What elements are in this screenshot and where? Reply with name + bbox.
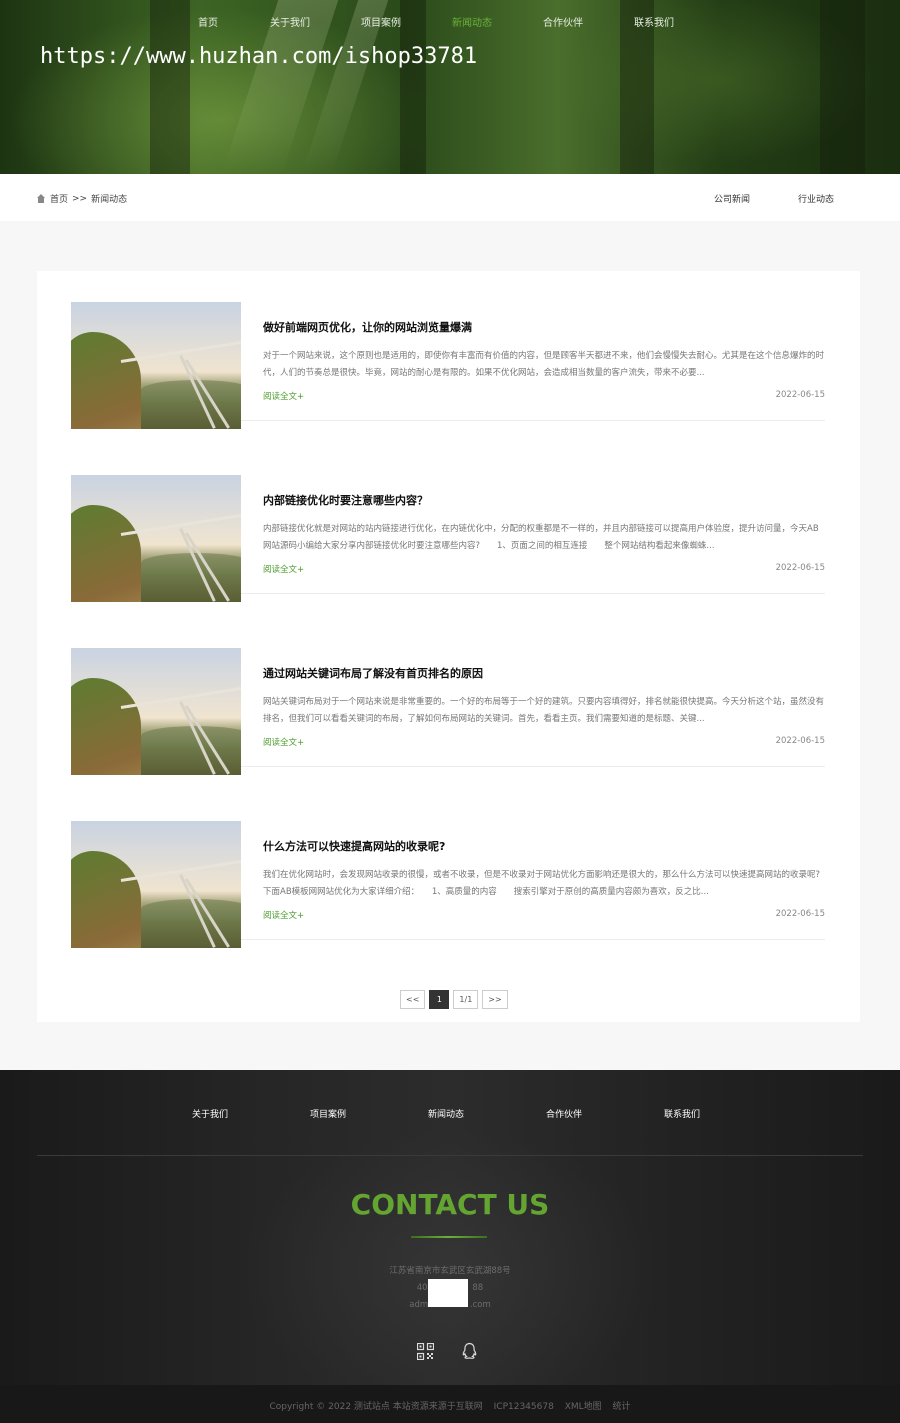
next-page-button[interactable]: >> <box>482 990 508 1009</box>
copyright-bar: Copyright © 2022 测试站点 本站资源来源于互联网 ICP1234… <box>0 1385 900 1423</box>
footer-nav-partners[interactable]: 合作伙伴 <box>546 1107 582 1120</box>
page-count: 1/1 <box>453 990 479 1009</box>
news-thumbnail[interactable] <box>71 475 241 602</box>
stats-link[interactable]: 统计 <box>613 1402 631 1412</box>
news-item[interactable]: 什么方法可以快速提高网站的收录呢? 我们在优化网站时，会发现网站收录的很慢，或者… <box>71 790 825 948</box>
news-excerpt: 内部链接优化就是对网站的站内链接进行优化，在内链优化中，分配的权重都是不一样的，… <box>263 524 819 551</box>
hero-banner: 首页 关于我们 项目案例 新闻动态 合作伙伴 联系我们 https://www.… <box>0 0 900 174</box>
prev-page-button[interactable]: << <box>400 990 426 1009</box>
nav-home[interactable]: 首页 <box>198 14 218 29</box>
breadcrumb-separator: >> <box>72 193 88 204</box>
news-title[interactable]: 通过网站关键词布局了解没有首页排名的原因 <box>263 665 483 681</box>
watermark-url: https://www.huzhan.com/ishop33781 <box>40 44 478 69</box>
nav-about[interactable]: 关于我们 <box>270 14 310 29</box>
news-title[interactable]: 内部链接优化时要注意哪些内容？ <box>263 492 428 508</box>
footer-nav-news[interactable]: 新闻动态 <box>428 1107 464 1120</box>
news-item[interactable]: 通过网站关键词布局了解没有首页排名的原因 网站关键词布局对于一个网站来说是非常重… <box>71 617 825 775</box>
contact-underline <box>411 1236 487 1238</box>
news-panel: 做好前端网页优化，让你的网站浏览量爆满 对于一个网站来说，这个原则也是适用的，即… <box>37 271 860 1022</box>
main-nav: 首页 关于我们 项目案例 新闻动态 合作伙伴 联系我们 <box>0 14 900 34</box>
news-item[interactable]: 内部链接优化时要注意哪些内容？ 内部链接优化就是对网站的站内链接进行优化，在内链… <box>71 444 825 602</box>
footer: 关于我们 项目案例 新闻动态 合作伙伴 联系我们 CONTACT US 江苏省南… <box>0 1070 900 1385</box>
breadcrumb-home[interactable]: 首页 <box>50 192 68 205</box>
copyright: Copyright © 2022 测试站点 本站资源来源于互联网 ICP1234… <box>0 1399 900 1412</box>
news-title[interactable]: 做好前端网页优化，让你的网站浏览量爆满 <box>263 319 472 335</box>
read-more-link[interactable]: 阅读全文+ <box>263 736 304 748</box>
breadcrumb-current[interactable]: 新闻动态 <box>91 192 127 205</box>
read-more-link[interactable]: 阅读全文+ <box>263 909 304 921</box>
breadcrumb: 首页 >> 新闻动态 <box>36 192 127 205</box>
qq-icon[interactable] <box>460 1342 479 1361</box>
footer-address: 江苏省南京市玄武区玄武湖88号 <box>389 1266 511 1276</box>
nav-news[interactable]: 新闻动态 <box>452 14 492 29</box>
news-thumbnail[interactable] <box>71 302 241 429</box>
qrcode-icon[interactable] <box>417 1343 434 1360</box>
news-excerpt: 我们在优化网站时，会发现网站收录的很慢，或者不收录，但是不收录对于网站优化方面影… <box>263 870 821 897</box>
redaction-mask <box>428 1279 468 1307</box>
news-date: 2022-06-15 <box>775 909 825 919</box>
news-item[interactable]: 做好前端网页优化，让你的网站浏览量爆满 对于一个网站来说，这个原则也是适用的，即… <box>71 271 825 429</box>
home-icon <box>36 193 46 204</box>
read-more-link[interactable]: 阅读全文+ <box>263 563 304 575</box>
copyright-text: Copyright © 2022 测试站点 本站资源来源于互联网 <box>269 1402 483 1412</box>
contact-heading: CONTACT US <box>350 1188 550 1221</box>
nav-partners[interactable]: 合作伙伴 <box>543 14 583 29</box>
sitemap-link[interactable]: XML地图 <box>565 1402 602 1412</box>
footer-nav-projects[interactable]: 项目案例 <box>310 1107 346 1120</box>
footer-nav-contact[interactable]: 联系我们 <box>664 1107 700 1120</box>
footer-divider <box>37 1155 863 1156</box>
current-page-button[interactable]: 1 <box>429 990 450 1009</box>
news-excerpt: 网站关键词布局对于一个网站来说是非常重要的。一个好的布局等于一个好的建筑。只要内… <box>263 697 825 724</box>
news-thumbnail[interactable] <box>71 648 241 775</box>
subnav-company-news[interactable]: 公司新闻 <box>714 192 750 205</box>
nav-contact[interactable]: 联系我们 <box>634 14 674 29</box>
footer-nav-about[interactable]: 关于我们 <box>192 1107 228 1120</box>
news-title[interactable]: 什么方法可以快速提高网站的收录呢? <box>263 838 445 854</box>
news-date: 2022-06-15 <box>775 736 825 746</box>
news-thumbnail[interactable] <box>71 821 241 948</box>
news-excerpt: 对于一个网站来说，这个原则也是适用的，即使你有丰富而有价值的内容，但是顾客半天都… <box>263 351 825 378</box>
news-date: 2022-06-15 <box>775 563 825 573</box>
pagination: << 1 1/1 >> <box>400 990 508 1009</box>
icp-link[interactable]: ICP12345678 <box>494 1402 554 1412</box>
breadcrumb-bar: 首页 >> 新闻动态 公司新闻 行业动态 <box>0 174 900 221</box>
nav-projects[interactable]: 项目案例 <box>361 14 401 29</box>
subnav-industry-news[interactable]: 行业动态 <box>798 192 834 205</box>
read-more-link[interactable]: 阅读全文+ <box>263 390 304 402</box>
news-date: 2022-06-15 <box>775 390 825 400</box>
